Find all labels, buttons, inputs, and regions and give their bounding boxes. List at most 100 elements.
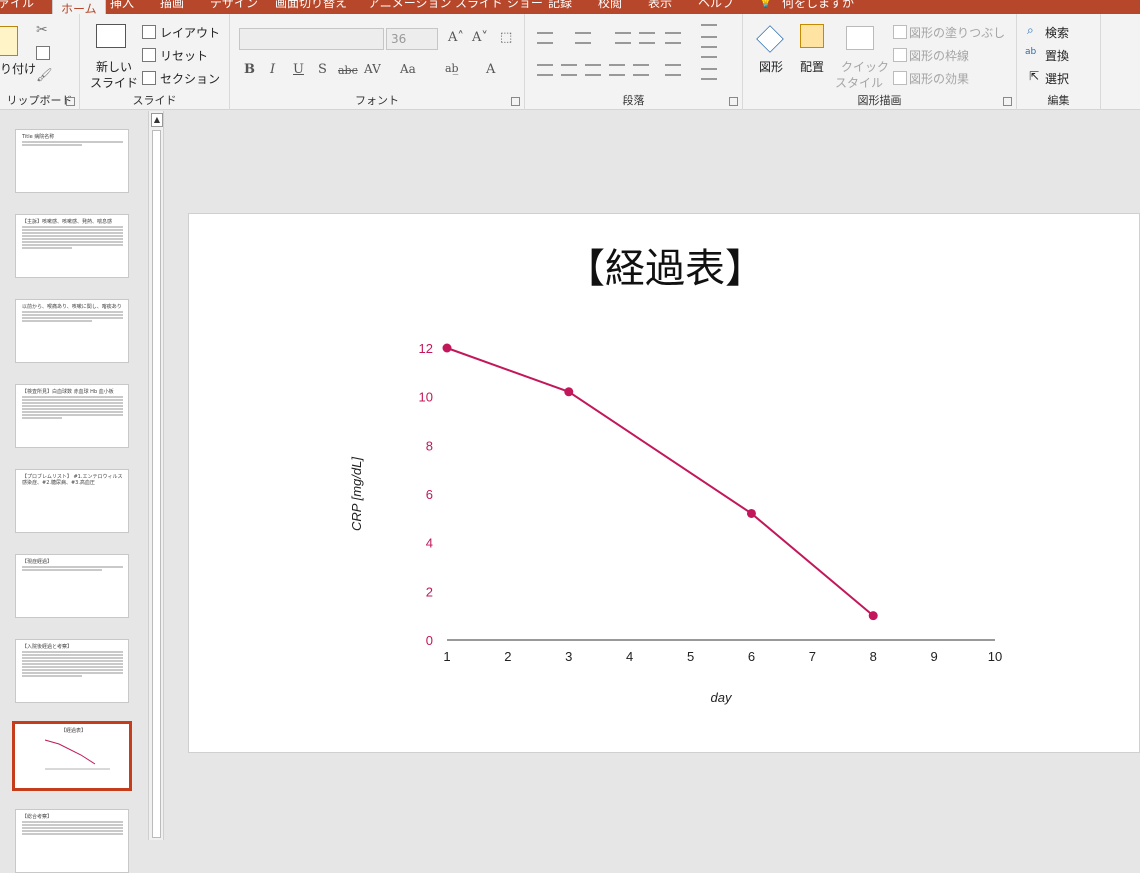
series-line — [446, 347, 874, 617]
bullets-icon[interactable] — [537, 32, 553, 44]
drawing-launcher-icon[interactable] — [1003, 97, 1012, 106]
shapes-button[interactable]: 図形 — [759, 58, 783, 75]
align-left-icon[interactable] — [537, 64, 553, 76]
char-spacing-button[interactable]: AV — [364, 62, 381, 76]
shape-effects-icon[interactable] — [893, 71, 907, 85]
tell-me-search[interactable]: 何をしますか — [782, 0, 854, 11]
data-point — [868, 611, 878, 621]
tab-record[interactable]: 記録 — [548, 0, 572, 11]
tab-transitions[interactable]: 画面切り替え — [275, 0, 347, 11]
replace-icon[interactable]: ab — [1025, 47, 1036, 57]
tab-review[interactable]: 校閲 — [598, 0, 622, 11]
paste-icon[interactable] — [0, 26, 18, 56]
align-text-icon[interactable] — [701, 46, 717, 58]
bold-button[interactable]: B — [244, 62, 255, 77]
shape-effects-button[interactable]: 図形の効果 — [909, 70, 969, 87]
shapes-icon[interactable] — [756, 25, 784, 53]
slide-thumbnail-1[interactable]: Title 病院名称 — [15, 129, 129, 193]
select-button[interactable]: 選択 — [1045, 70, 1069, 87]
thumbnail-title: 【経過表】 — [60, 728, 86, 734]
shape-fill-button[interactable]: 図形の塗りつぶし — [909, 24, 1005, 41]
clipboard-launcher-icon[interactable] — [66, 97, 75, 106]
paragraph-launcher-icon[interactable] — [729, 97, 738, 106]
slide-thumbnail-5[interactable]: 【プロブレムリスト】 #1.エンテロウィルス感染症、#2.糖尿病、#3.高血圧 — [15, 469, 129, 533]
highlight-icon[interactable]: ab̲ — [445, 62, 459, 75]
find-button[interactable]: 検索 — [1045, 24, 1069, 41]
slide-thumbnail-7[interactable]: 【入院後経過と考察】 — [15, 639, 129, 703]
tab-animations[interactable]: アニメーション — [368, 0, 452, 11]
copy-icon[interactable] — [36, 46, 50, 60]
shape-fill-icon[interactable] — [893, 25, 907, 39]
shrink-font-icon[interactable]: A˅ — [472, 30, 488, 45]
tab-design[interactable]: デザイン — [210, 0, 258, 11]
justify-icon[interactable] — [609, 64, 625, 76]
tab-help[interactable]: ヘルプ — [698, 0, 734, 11]
current-slide[interactable]: 【経過表】 0 2 4 6 8 10 12 1 2 3 4 5 6 7 8 9 10 CRP [mg/dL] … — [188, 213, 1140, 753]
numbering-icon[interactable] — [575, 32, 591, 44]
arrange-button[interactable]: 配置 — [800, 58, 824, 75]
layout-icon[interactable] — [142, 25, 156, 39]
layout-button[interactable]: レイアウト — [160, 24, 220, 41]
align-center-icon[interactable] — [561, 64, 577, 76]
slide-thumbnail-3[interactable]: 以前から、喉痛あり、咳嗽に関し、喀痰あり — [15, 299, 129, 363]
new-slide-label-1[interactable]: 新しい — [96, 58, 132, 75]
slide-thumbnail-pane: Title 病院名称 【主訴】咳嗽感、咳嗽感、発熱、喘息感 以前から、喉痛あり、… — [0, 111, 150, 873]
cut-icon[interactable]: ✂ — [36, 22, 48, 38]
font-color-button[interactable]: A — [486, 62, 495, 77]
tab-insert[interactable]: 挿入 — [110, 0, 134, 11]
reset-icon[interactable] — [142, 48, 156, 62]
line-spacing-icon[interactable] — [665, 32, 681, 44]
arrange-icon[interactable] — [800, 24, 824, 48]
text-direction-icon[interactable] — [701, 24, 717, 38]
grow-font-icon[interactable]: A˄ — [448, 30, 464, 45]
x-tick-label: 5 — [687, 649, 694, 664]
smartart-icon[interactable] — [701, 68, 717, 80]
columns-icon[interactable] — [665, 64, 681, 76]
section-button[interactable]: セクション — [160, 70, 220, 87]
slide-thumbnail-2[interactable]: 【主訴】咳嗽感、咳嗽感、発熱、喘息感 — [15, 214, 129, 278]
search-icon[interactable]: ⌕ — [1027, 23, 1034, 38]
increase-indent-icon[interactable] — [639, 32, 655, 44]
paste-button[interactable]: り付け — [0, 60, 36, 77]
section-icon[interactable] — [142, 71, 156, 85]
distributed-icon[interactable] — [633, 64, 649, 76]
shape-outline-icon[interactable] — [893, 48, 907, 62]
tab-file[interactable]: ァイル — [0, 0, 34, 11]
x-axis-label: day — [711, 690, 733, 705]
replace-button[interactable]: 置換 — [1045, 47, 1069, 64]
tab-draw[interactable]: 描画 — [160, 0, 184, 11]
data-point — [564, 387, 574, 397]
strikethrough-button[interactable]: abc — [338, 64, 358, 77]
slide-thumbnail-8-selected[interactable]: 【経過表】 — [12, 721, 132, 791]
change-case-button[interactable]: Aa — [400, 62, 416, 76]
format-painter-icon[interactable]: 🖌 — [36, 68, 53, 83]
tab-slideshow[interactable]: スライド ショー — [455, 0, 543, 11]
shape-outline-button[interactable]: 図形の枠線 — [909, 47, 969, 64]
decrease-indent-icon[interactable] — [615, 32, 631, 44]
new-slide-icon[interactable] — [96, 24, 126, 48]
quick-styles-icon[interactable] — [846, 26, 874, 50]
font-launcher-icon[interactable] — [511, 97, 520, 106]
underline-button[interactable]: U — [293, 62, 304, 77]
slide-thumbnail-6[interactable]: 【現症経過】 — [15, 554, 129, 618]
shadow-button[interactable]: S — [318, 62, 327, 77]
slide-thumbnail-4[interactable]: 【検査所見】白血球数 赤血球 Hb 血小板 — [15, 384, 129, 448]
quick-style-label-2[interactable]: スタイル — [835, 74, 883, 91]
select-cursor-icon[interactable]: ⇱ — [1029, 69, 1039, 83]
group-label-editing: 編集 — [1047, 94, 1070, 107]
new-slide-label-2[interactable]: スライド — [90, 74, 138, 91]
scrollbar-thumb[interactable] — [152, 130, 161, 838]
tab-home[interactable]: ホーム — [52, 0, 106, 14]
italic-button[interactable]: I — [270, 62, 275, 77]
align-right-icon[interactable] — [585, 64, 601, 76]
reset-button[interactable]: リセット — [160, 47, 208, 64]
clear-format-icon[interactable]: ⬚ — [500, 30, 512, 45]
tab-view[interactable]: 表示 — [648, 0, 672, 11]
crp-line-chart[interactable]: 024681012 1 2 3 4 5 6 7 8 9 10 CRP [mg/dL] day — [189, 214, 1140, 754]
font-name-field[interactable] — [239, 28, 384, 50]
quick-style-label-1[interactable]: クイック — [841, 58, 889, 75]
scroll-up-arrow-icon[interactable]: ▲ — [151, 113, 163, 127]
slide-thumbnail-9[interactable]: 【総合考察】 — [15, 809, 129, 873]
thumbnail-scrollbar[interactable]: ▲ — [148, 111, 164, 840]
font-size-field[interactable]: 36 — [386, 28, 438, 50]
